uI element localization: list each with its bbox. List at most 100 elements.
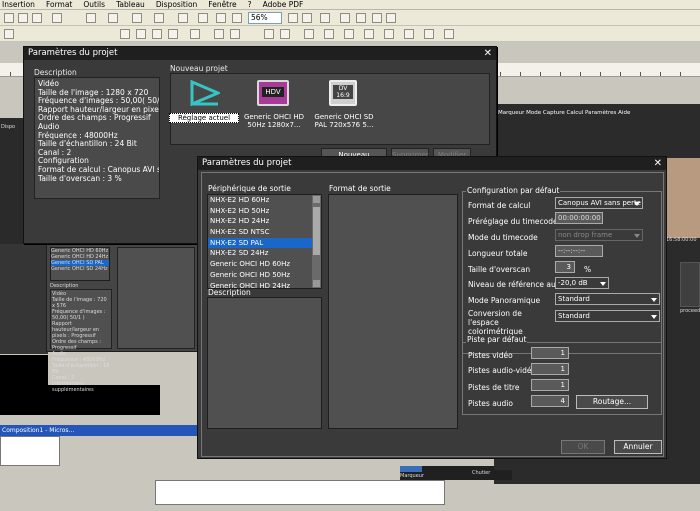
editor-menu-parametres[interactable]: Paramètres: [585, 110, 616, 116]
font-color-icon[interactable]: [344, 29, 354, 39]
align-left-icon[interactable]: [120, 29, 130, 39]
video-tracks-input[interactable]: 1: [531, 347, 569, 359]
device-item[interactable]: Generic OHCI HD 50Hz: [208, 270, 321, 281]
device-item[interactable]: NHX-E2 SD 24Hz: [208, 248, 321, 259]
menu-tableau[interactable]: Tableau: [116, 0, 145, 9]
font-size-up-icon[interactable]: [384, 29, 394, 39]
menu-disposition[interactable]: Disposition: [156, 0, 197, 9]
chevron-down-icon: [600, 282, 606, 286]
mini-list-item: Generic OHCI SD 24Hz: [51, 266, 108, 272]
editor-menu-capture[interactable]: Capture: [543, 110, 565, 116]
scroll-down-icon[interactable]: [313, 280, 320, 287]
hyperlink-icon[interactable]: [132, 13, 142, 23]
document-page-fragment: [0, 436, 60, 466]
preview-photo: [664, 158, 700, 238]
dialog2-close-icon[interactable]: ✕: [654, 157, 662, 170]
decrease-indent-icon[interactable]: [264, 29, 274, 39]
clip-strip: Chutier: [472, 470, 512, 480]
clip-label: Chutier: [472, 470, 491, 476]
preroll-input[interactable]: 00:00:00:00: [555, 212, 603, 224]
total-length-input[interactable]: --:--:--:--: [555, 245, 603, 257]
device-item[interactable]: NHX-E2 HD 24Hz: [208, 216, 321, 227]
scroll-thumb[interactable]: [313, 207, 320, 255]
timecode-mode-select[interactable]: non drop frame: [555, 229, 643, 241]
device-item[interactable]: NHX-E2 SD NTSC: [208, 227, 321, 238]
align-center-icon[interactable]: [136, 29, 146, 39]
marker-tab[interactable]: [400, 466, 422, 472]
menu-insertion[interactable]: Insertion: [2, 0, 35, 9]
device-item[interactable]: NHX-E2 HD 50Hz: [208, 206, 321, 217]
scroll-up-icon[interactable]: [313, 196, 320, 203]
taskbar-item[interactable]: Composition1 - Micros...: [0, 425, 200, 436]
format-painter-icon[interactable]: [52, 13, 62, 23]
dialog2-titlebar: Paramètres du projet ✕: [198, 157, 666, 170]
color-space-select[interactable]: Standard: [555, 310, 660, 322]
mini-line: Rapport hauteur/largeur en pixels : Prog…: [52, 321, 100, 339]
editor-menu-mode[interactable]: Mode: [526, 110, 541, 116]
dialog1-close-icon[interactable]: ✕: [484, 47, 492, 60]
dialog1-description-label: Description: [34, 68, 77, 77]
left-timeline-area: [0, 244, 48, 354]
new-project-label: Nouveau projet: [170, 64, 228, 73]
device-list-scrollbar[interactable]: [312, 195, 321, 288]
output-format-list[interactable]: [328, 194, 458, 429]
columns-icon[interactable]: [178, 13, 188, 23]
zoom-in-icon[interactable]: [288, 13, 298, 23]
av-tracks-input[interactable]: 1: [531, 363, 569, 375]
document-map-icon[interactable]: [216, 13, 226, 23]
audio-tracks-input[interactable]: 4: [531, 395, 569, 407]
format-calcul-select[interactable]: Canopus AVI sans perte: [555, 197, 643, 209]
list-number-icon[interactable]: [230, 29, 240, 39]
editor-menu-marqueur[interactable]: Marqueur: [498, 110, 524, 116]
device-item[interactable]: Generic OHCI HD 60Hz: [208, 259, 321, 270]
default-config-label: Configuration par défaut: [466, 186, 561, 195]
menu-fenetre[interactable]: Fenêtre: [208, 0, 236, 9]
cancel-button[interactable]: Annuler: [614, 440, 662, 454]
menu-format[interactable]: Format: [46, 0, 72, 9]
table-icon[interactable]: [154, 13, 164, 23]
text-box-icon[interactable]: [404, 29, 414, 39]
formatting-toolbar: [0, 26, 700, 42]
pen-icon[interactable]: [364, 29, 374, 39]
title-tracks-input[interactable]: 1: [531, 379, 569, 391]
overscan-input[interactable]: 3: [555, 261, 575, 273]
panoramic-select[interactable]: Standard: [555, 293, 660, 305]
editor-menu-calcul[interactable]: Calcul: [567, 110, 584, 116]
ok-button[interactable]: OK: [561, 440, 605, 454]
highlight-icon[interactable]: [324, 29, 334, 39]
redo-icon[interactable]: [108, 13, 118, 23]
device-item-selected[interactable]: NHX-E2 SD PAL: [208, 237, 312, 249]
audio-ref-select[interactable]: -20,0 dB: [555, 277, 609, 289]
preset-hdv-label: Generic OHCI HD 50Hz 1280x7...: [244, 113, 304, 129]
menu-help[interactable]: ?: [248, 0, 252, 9]
paste-icon[interactable]: [32, 13, 42, 23]
zoom-select[interactable]: 56%: [248, 12, 282, 24]
menu-outils[interactable]: Outils: [83, 0, 105, 9]
justify-icon[interactable]: [168, 29, 178, 39]
bullets-icon[interactable]: [340, 13, 350, 23]
increase-indent-icon[interactable]: [280, 29, 290, 39]
line-spacing-icon[interactable]: [190, 29, 200, 39]
outdent-icon[interactable]: [386, 13, 396, 23]
mini-line: Ordre des champs : Progressif: [52, 339, 102, 351]
drawing-icon[interactable]: [198, 13, 208, 23]
font-box-icon[interactable]: [4, 29, 14, 39]
routing-button[interactable]: Routage...: [576, 395, 648, 409]
editor-menu-aide[interactable]: Aide: [618, 110, 630, 116]
undo-icon[interactable]: [86, 13, 96, 23]
zoom-out-icon[interactable]: [302, 13, 312, 23]
frame-icon[interactable]: [444, 29, 454, 39]
align-right-icon[interactable]: [152, 29, 162, 39]
show-hide-icon[interactable]: [232, 13, 242, 23]
menu-adobe-pdf[interactable]: Adobe PDF: [263, 0, 304, 9]
indent-icon[interactable]: [372, 13, 382, 23]
copy-icon[interactable]: [18, 13, 28, 23]
document-page-bottom: [155, 480, 445, 505]
shape-icon[interactable]: [424, 29, 434, 39]
border-icon[interactable]: [304, 29, 314, 39]
cut-icon[interactable]: [4, 13, 14, 23]
numbering-icon[interactable]: [356, 13, 366, 23]
device-item[interactable]: NHX-E2 HD 60Hz: [208, 195, 321, 206]
list-icon[interactable]: [214, 29, 224, 39]
help-icon[interactable]: [320, 13, 330, 23]
